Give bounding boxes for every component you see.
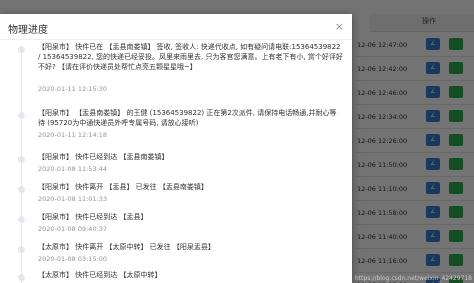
timeline-dot-icon [18,156,25,163]
timeline-dot-icon [18,274,25,281]
timeline-content: 【阳泉市】 【盂县南娄镇】 的王健 (15364539822) 正在第2次派件,… [38,109,337,127]
timeline-content: 【阳泉市】 快件已经到达 【盂县南娄镇】 [38,153,169,161]
timeline-dot-icon [18,216,25,223]
modal-title: 物理进度 [8,25,48,36]
timeline-dot-icon [18,246,25,253]
watermark: https://blog.csdn.net/weixin_42429718 [354,275,472,282]
timeline-content: 【阳泉市】 快件离开 【盂县】 已发往 【盂县南娄镇】 [38,183,208,191]
timeline-timestamp: 2020-01-08 11:53:44 [38,165,108,173]
modal-header: 物理进度 × [0,14,352,40]
timeline-content: 【阳泉市】 快件已在 【盂县南娄镇】 签收, 签收人: 快递代收点, 如有疑问请… [38,43,343,71]
timeline-timestamp: 2020-01-08 11:01:33 [38,195,108,203]
logistics-modal: 物理进度 × 【阳泉市】 快件已在 【盂县南娄镇】 签收, 签收人: 快递代收点… [0,14,352,283]
app-stage: 操作 12-06 12:47:00∠12-06 12:42:00∠12-06 1… [0,0,474,283]
timeline-content: 【阳泉市】 快件已经到达 【盂县】 [38,213,148,221]
timeline-timestamp: 2020-01-08 03:15:00 [38,255,108,263]
timeline-dot-icon [18,112,25,119]
timeline-content: 【太原市】 快件离开 【太原中转】 已发往 【阳泉盂县】 [38,243,215,251]
timeline-content: 【太原市】 快件已经到达 【太原中转】 [38,271,162,279]
timeline-timestamp: 2020-01-11 12:15:30 [38,85,108,93]
timeline-timestamp: 2020-01-08 09:40:37 [38,225,108,233]
timeline-dot-icon [18,186,25,193]
close-icon[interactable]: × [335,20,344,33]
timeline-timestamp: 2020-01-11 12:14:18 [38,131,108,139]
timeline-dot-icon [18,46,25,53]
